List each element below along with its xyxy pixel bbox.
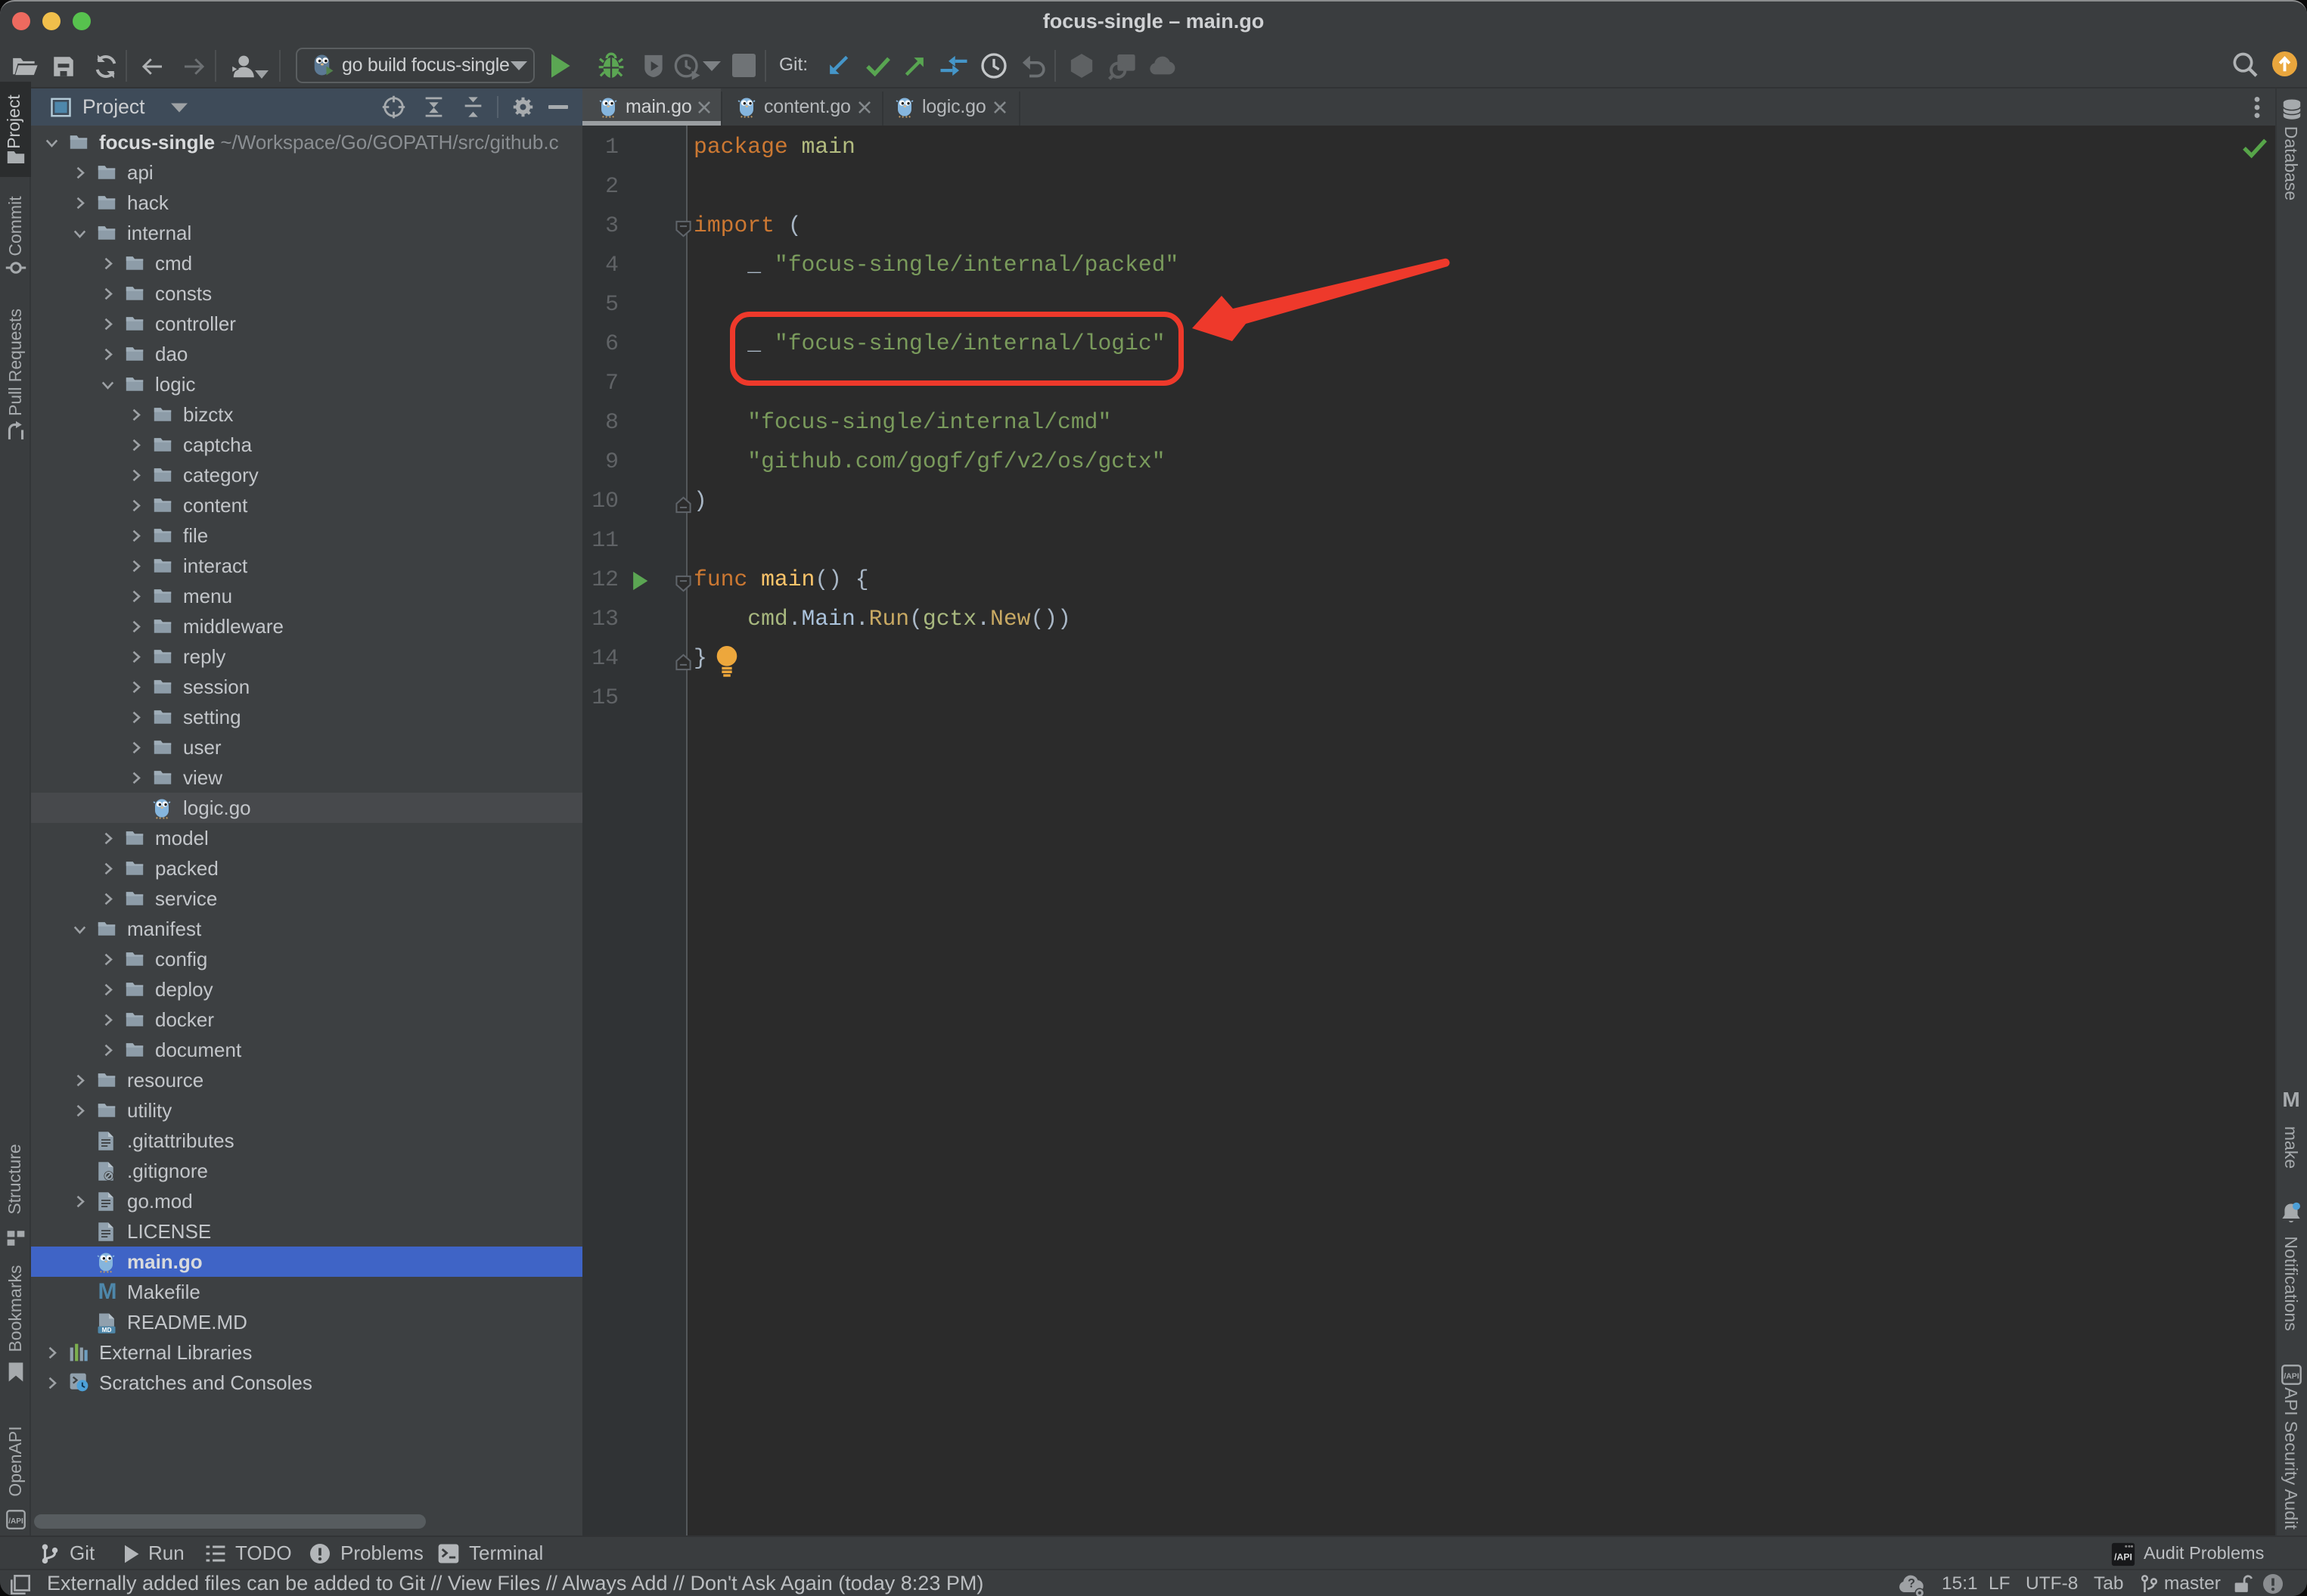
svg-text:/API: /API [2114,1552,2132,1563]
svg-text:/API: /API [8,1517,23,1526]
svg-text:?: ? [1908,1577,1915,1591]
svg-text:MD: MD [102,1327,112,1334]
